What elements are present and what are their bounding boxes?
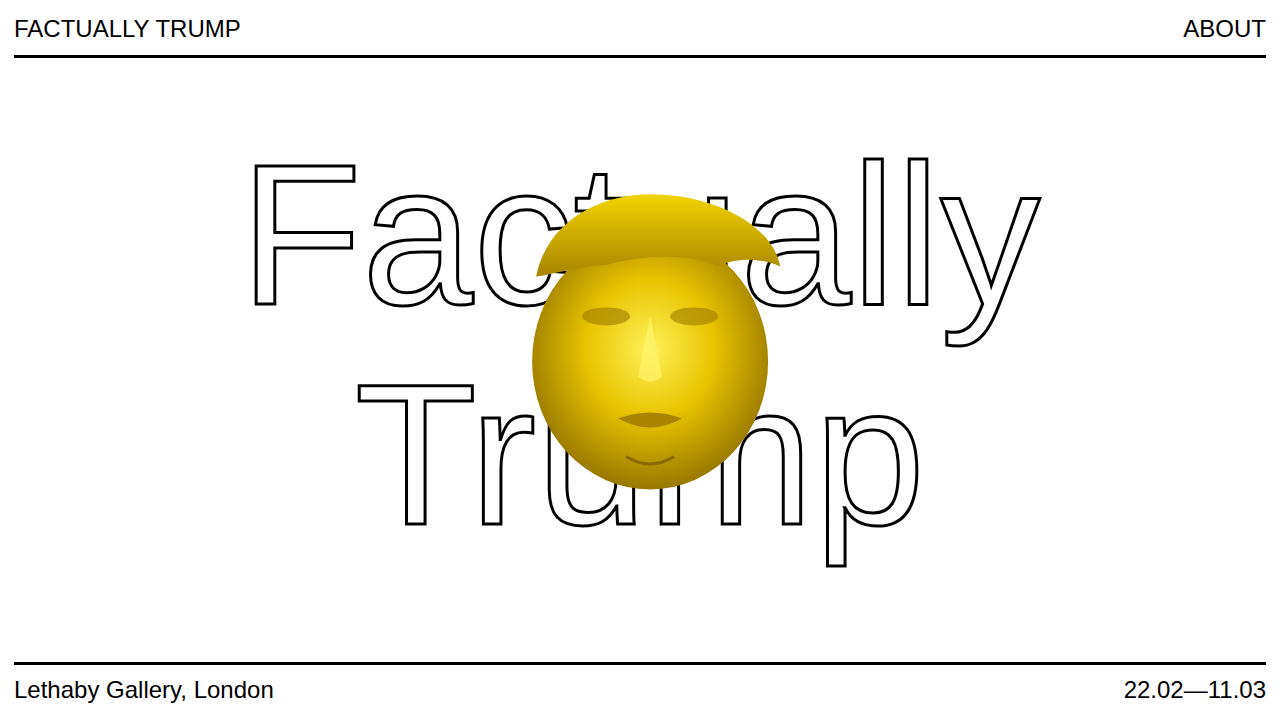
site-footer: Lethaby Gallery, London 22.02—11.03: [14, 662, 1266, 720]
nav-link[interactable]: ABOUT: [1183, 15, 1266, 44]
site-title[interactable]: FACTUALLY TRUMP: [14, 15, 241, 44]
venue: Lethaby Gallery, London: [14, 676, 274, 705]
hero: FactuallyTrump: [14, 58, 1266, 662]
dates: 22.02—11.03: [1124, 676, 1266, 705]
golden-head-icon[interactable]: [518, 186, 783, 491]
site-header: FACTUALLY TRUMP ABOUT: [14, 0, 1266, 58]
page: FACTUALLY TRUMP ABOUT FactuallyTrump Lethab…: [0, 0, 1280, 720]
hero-title: FactuallyTrump: [240, 125, 1040, 565]
